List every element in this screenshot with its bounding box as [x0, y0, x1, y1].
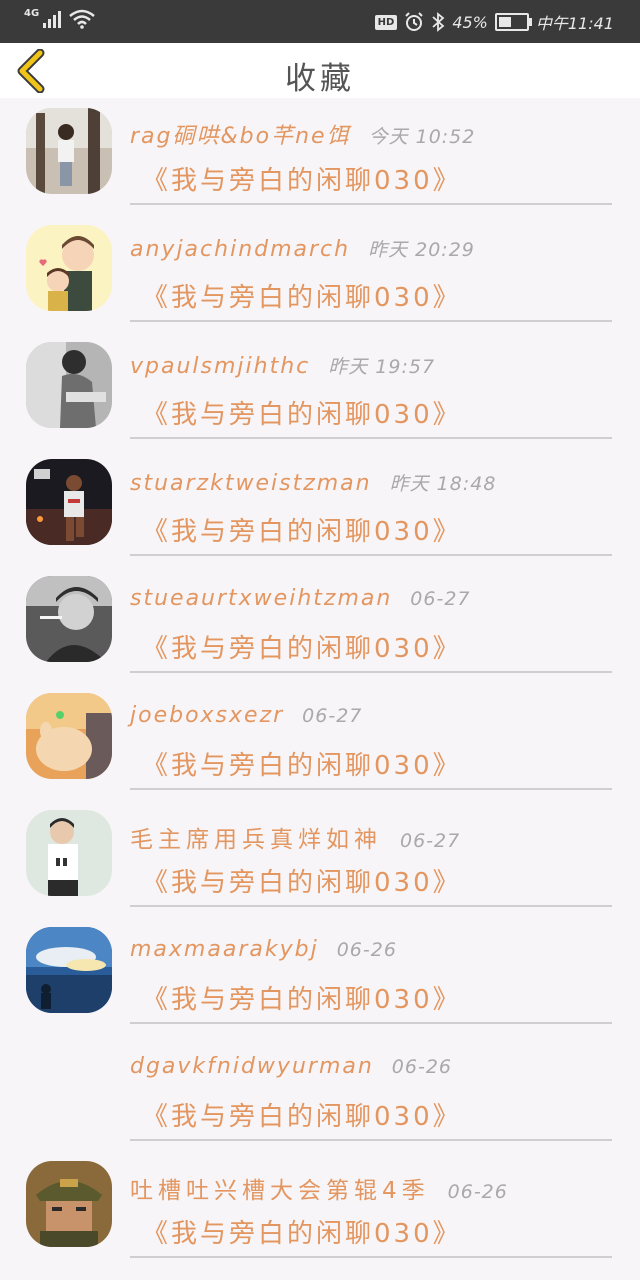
item-meta: dgavkfnidwyurman 06-26 [130, 1054, 452, 1079]
user-name: maxmaarakybj [130, 937, 319, 962]
wifi-icon [69, 9, 95, 29]
timestamp: 昨天 18:48 [389, 473, 497, 495]
timestamp: 06-26 [447, 1181, 508, 1203]
list-item[interactable]: maxmaarakybj 06-26 《我与旁白的闲聊030》 [0, 917, 640, 1034]
avatar[interactable] [26, 1161, 112, 1247]
avatar[interactable] [26, 576, 112, 662]
list-item[interactable]: vpaulsmjihthc 昨天 19:57 《我与旁白的闲聊030》 [0, 332, 640, 449]
user-name: dgavkfnidwyurman [130, 1054, 374, 1079]
status-left: 4G [24, 9, 95, 29]
avatar[interactable] [26, 810, 112, 896]
list-item[interactable]: anyjachindmarch 昨天 20:29 《我与旁白的闲聊030》 [0, 215, 640, 332]
timestamp: 06-27 [410, 588, 471, 610]
status-right: HD 45% 中午11:41 [374, 10, 614, 34]
timestamp: 06-26 [391, 1056, 453, 1078]
item-meta: anyjachindmarch 昨天 20:29 [130, 235, 475, 262]
divider [130, 1256, 612, 1258]
list-item[interactable]: stuarzktweistzman 昨天 18:48 《我与旁白的闲聊030》 [0, 449, 640, 566]
item-meta: stuarzktweistzman 昨天 18:48 [130, 469, 496, 496]
item-title: 《我与旁白的闲聊030》 [142, 166, 462, 196]
timestamp: 06-26 [336, 939, 397, 961]
avatar[interactable] [26, 225, 112, 311]
item-title: 《我与旁白的闲聊030》 [142, 985, 462, 1015]
avatar[interactable] [26, 108, 112, 194]
signal-icon [43, 11, 62, 28]
timestamp: 今天 10:52 [368, 126, 476, 148]
item-title: 《我与旁白的闲聊030》 [142, 517, 462, 547]
user-name: rag硐哄&bo芊ne饵 [130, 124, 351, 149]
divider [130, 1022, 612, 1024]
avatar[interactable] [26, 927, 112, 1013]
user-name: 吐槽吐兴槽大会第辊4季 [130, 1178, 430, 1204]
item-title: 《我与旁白的闲聊030》 [142, 400, 462, 430]
list-item[interactable]: rag硐哄&bo芊ne饵 今天 10:52 《我与旁白的闲聊030》 [0, 98, 640, 215]
item-title: 《我与旁白的闲聊030》 [142, 868, 462, 898]
avatar[interactable] [26, 693, 112, 779]
item-meta: 毛主席用兵真烊如神 06-27 [130, 820, 460, 854]
user-name: stueaurtxweihtzman [130, 586, 393, 611]
list-item[interactable]: joeboxsxezr 06-27 《我与旁白的闲聊030》 [0, 683, 640, 800]
avatar[interactable] [26, 342, 112, 428]
item-meta: joeboxsxezr 06-27 [130, 703, 362, 728]
item-meta: maxmaarakybj 06-26 [130, 937, 397, 962]
item-title: 《我与旁白的闲聊030》 [142, 1219, 462, 1249]
page-title: 收藏 [285, 61, 355, 97]
item-title: 《我与旁白的闲聊030》 [142, 283, 462, 313]
user-name: joeboxsxezr [130, 703, 285, 728]
timestamp: 昨天 20:29 [368, 239, 475, 261]
list-item[interactable]: stueaurtxweihtzman 06-27 《我与旁白的闲聊030》 [0, 566, 640, 683]
user-name: vpaulsmjihthc [130, 354, 311, 379]
divider [130, 320, 612, 322]
alarm-icon [405, 12, 424, 31]
user-name: anyjachindmarch [130, 237, 351, 262]
item-meta: rag硐哄&bo芊ne饵 今天 10:52 [130, 118, 475, 150]
item-meta: 吐槽吐兴槽大会第辊4季 06-26 [130, 1171, 508, 1205]
item-meta: stueaurtxweihtzman 06-27 [130, 586, 471, 611]
item-title: 《我与旁白的闲聊030》 [142, 1102, 462, 1132]
divider [130, 437, 612, 439]
timestamp: 昨天 19:57 [328, 356, 436, 378]
list-item[interactable]: 吐槽吐兴槽大会第辊4季 06-26 《我与旁白的闲聊030》 [0, 1151, 640, 1268]
bluetooth-icon [432, 12, 445, 32]
item-title: 《我与旁白的闲聊030》 [142, 751, 462, 781]
divider [130, 554, 612, 556]
favorites-list: rag硐哄&bo芊ne饵 今天 10:52 《我与旁白的闲聊030》 anyjac… [0, 98, 640, 1268]
list-item[interactable]: 毛主席用兵真烊如神 06-27 《我与旁白的闲聊030》 [0, 800, 640, 917]
status-bar: 4G HD 45% 中午11:41 [0, 0, 640, 43]
battery-percent: 45% [452, 12, 488, 32]
divider [130, 905, 612, 907]
app-header: 收藏 [0, 43, 640, 98]
item-title: 《我与旁白的闲聊030》 [142, 634, 462, 664]
clock: 中午11:41 [535, 14, 614, 33]
avatar[interactable] [26, 459, 112, 545]
divider [130, 1139, 612, 1141]
user-name: stuarzktweistzman [130, 471, 372, 496]
hd-badge: HD [374, 14, 398, 30]
divider [130, 788, 612, 790]
divider [130, 203, 612, 205]
battery-level [498, 17, 511, 27]
timestamp: 06-27 [400, 830, 461, 852]
battery-icon [494, 13, 532, 31]
item-meta: vpaulsmjihthc 昨天 19:57 [130, 352, 435, 379]
divider [130, 671, 612, 673]
timestamp: 06-27 [302, 705, 363, 727]
user-name: 毛主席用兵真烊如神 [130, 827, 382, 853]
network-type: 4G [24, 8, 40, 19]
list-item[interactable]: dgavkfnidwyurman 06-26 《我与旁白的闲聊030》 [0, 1034, 640, 1151]
